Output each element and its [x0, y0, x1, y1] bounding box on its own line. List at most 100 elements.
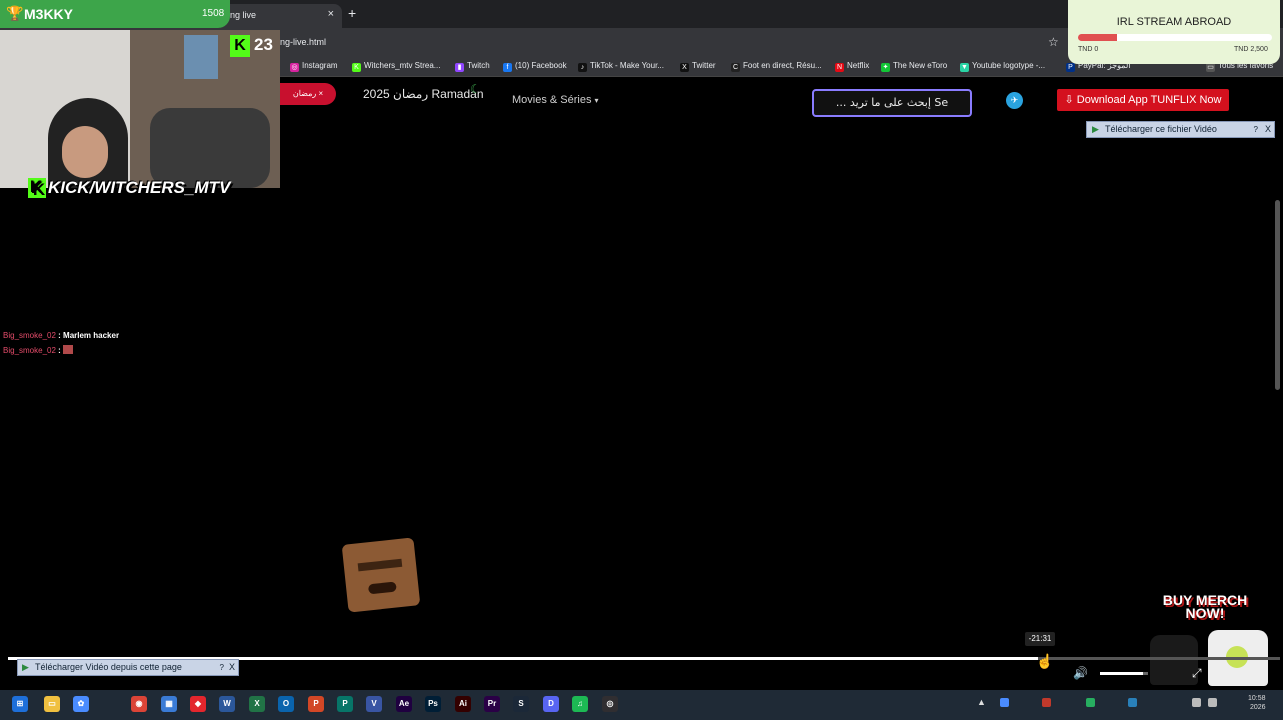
help-icon[interactable]: ?: [1254, 122, 1258, 137]
chat-message: Big_smoke_02 :: [3, 345, 74, 355]
emote-icon: [63, 345, 74, 354]
kick-logo-icon: K: [230, 35, 250, 57]
x-icon: X: [680, 63, 689, 72]
fullscreen-icon[interactable]: ⤢: [1192, 666, 1202, 681]
after-effects-icon[interactable]: Ae: [396, 696, 412, 712]
tray-icon[interactable]: [1086, 698, 1095, 707]
chevron-down-icon: ▾: [594, 96, 599, 105]
photoshop-icon[interactable]: Ps: [425, 696, 441, 712]
kick-handle-text: KICK/WITCHERS_MTV: [48, 178, 231, 197]
play-icon: ▶: [22, 662, 29, 672]
url-text[interactable]: ng-live.html: [280, 37, 326, 47]
discord-icon[interactable]: D: [543, 696, 559, 712]
ramadan-link[interactable]: 2025 رمضان Ramadan: [363, 87, 484, 101]
bookmark-x[interactable]: X Twitter: [680, 61, 716, 72]
outlook-icon[interactable]: O: [278, 696, 294, 712]
store-icon[interactable]: ▦: [161, 696, 177, 712]
bookmark-etoro[interactable]: ✦ The New eToro: [881, 61, 947, 72]
publisher-icon[interactable]: P: [337, 696, 353, 712]
webcam-face: [62, 126, 108, 178]
foot-icon: C: [731, 63, 740, 72]
bookmark-label: Foot en direct, Résu...: [743, 61, 822, 70]
streamer-count: 1508: [202, 8, 225, 19]
new-tab-button[interactable]: +: [348, 5, 356, 21]
trophy-icon: 🏆: [6, 5, 24, 21]
excel-icon[interactable]: X: [249, 696, 265, 712]
volume-slider[interactable]: [1100, 672, 1148, 675]
nav-movies-series[interactable]: Movies & Séries ▾: [512, 94, 599, 106]
anydesk-icon[interactable]: ◆: [190, 696, 206, 712]
obs-icon[interactable]: ◎: [602, 696, 618, 712]
bookmark-facebook[interactable]: f (10) Facebook: [503, 61, 567, 72]
goal-progress-fill: [1078, 34, 1117, 41]
browser-tab[interactable]: ng live ×: [220, 4, 342, 28]
streamer-name: M3KKY: [24, 6, 74, 22]
page-scrollbar[interactable]: [1275, 200, 1280, 390]
illustrator-icon[interactable]: Ai: [455, 696, 471, 712]
help-icon[interactable]: ?: [220, 660, 224, 675]
time-tooltip: -21:31: [1025, 632, 1055, 646]
bookmark-label: Instagram: [302, 61, 338, 70]
instagram-icon: ◎: [290, 63, 299, 72]
bookmark-twitch[interactable]: ▮ Twitch: [455, 61, 490, 72]
donation-goal-widget: [1068, 0, 1280, 64]
cursor-hand-icon: ☝: [1036, 653, 1054, 669]
spotify-icon[interactable]: ♫: [572, 696, 588, 712]
kick-viewers: 23: [254, 35, 273, 54]
bookmark-foot[interactable]: C Foot en direct, Résu...: [731, 61, 822, 72]
bookmark-tiktok[interactable]: ♪ TikTok - Make Your...: [578, 61, 664, 72]
steam-icon[interactable]: S: [513, 696, 529, 712]
powerpoint-icon[interactable]: P: [308, 696, 324, 712]
ramadan-pill[interactable]: رمضان ×: [280, 83, 336, 105]
webcam-jacket: [150, 108, 270, 188]
download-app-label: Download App TUNFLIX Now: [1076, 94, 1222, 106]
laughing-face-sticker: [341, 537, 421, 613]
file-explorer-icon[interactable]: ▭: [44, 696, 60, 712]
file-download-bar[interactable]: ▶ Télécharger ce fichier Vidéo ? X: [1086, 121, 1275, 138]
search-input[interactable]: ... إبحث على ما تريد Se: [812, 89, 972, 117]
telegram-icon[interactable]: ✈: [1006, 92, 1023, 109]
bookmark-instagram[interactable]: ◎ Instagram: [290, 61, 338, 72]
download-app-button[interactable]: ⇩ Download App TUNFLIX Now: [1057, 89, 1229, 111]
premiere-icon[interactable]: Pr: [484, 696, 500, 712]
vector-icon: ▼: [960, 63, 969, 72]
chat-user: Big_smoke_02: [3, 346, 56, 355]
start-icon[interactable]: ⊞: [12, 696, 28, 712]
bookmark-star-icon[interactable]: ☆: [1048, 35, 1059, 49]
tray-icon[interactable]: [1042, 698, 1051, 707]
speaker-icon[interactable]: [1208, 698, 1217, 707]
nav-movies-label: Movies & Séries: [512, 94, 592, 106]
clock-time: 10:58: [1248, 695, 1266, 702]
visio-icon[interactable]: V: [366, 696, 382, 712]
bookmark-netflix[interactable]: N Netflix: [835, 61, 869, 72]
bookmark-kick[interactable]: K Witchers_mtv Strea...: [352, 61, 440, 72]
bookmark-label: The New eToro: [893, 61, 948, 70]
tray-icon[interactable]: [1000, 698, 1009, 707]
bookmark-label: TikTok - Make Your...: [590, 61, 664, 70]
close-tab-icon[interactable]: ×: [328, 4, 334, 24]
folder-icon: ▭: [1206, 63, 1215, 72]
goal-min: TND 0: [1078, 46, 1099, 53]
network-icon[interactable]: [1192, 698, 1201, 707]
page-download-bar[interactable]: ▶ Télécharger Vidéo depuis cette page ? …: [17, 659, 239, 676]
volume-icon[interactable]: 🔊: [1073, 666, 1088, 680]
file-download-label: Télécharger ce fichier Vidéo: [1105, 124, 1217, 134]
moon-icon: ☾: [470, 82, 481, 96]
paypal-icon: P: [1066, 63, 1075, 72]
play-icon: ▶: [1092, 124, 1099, 134]
close-icon[interactable]: X: [229, 660, 235, 675]
chat-message: Big_smoke_02 : Marlem hacker: [3, 331, 120, 340]
copilot-icon[interactable]: ✿: [73, 696, 89, 712]
facebook-icon: f: [503, 63, 512, 72]
black-shirt-image: [1150, 635, 1198, 685]
chrome-icon[interactable]: ◉: [131, 696, 147, 712]
tiktok-icon: ♪: [578, 63, 587, 72]
clock[interactable]: 10:58 2026: [1248, 694, 1266, 712]
tray-expand-icon[interactable]: ▲: [977, 697, 986, 707]
bluetooth-icon[interactable]: [1128, 698, 1137, 707]
word-icon[interactable]: W: [219, 696, 235, 712]
close-icon[interactable]: X: [1265, 122, 1271, 137]
kick-handle: K KICK/WITCHERS_MTV: [28, 178, 230, 202]
bookmark-vector[interactable]: ▼ Youtube logotype -...: [960, 61, 1045, 72]
volume-fill: [1100, 672, 1144, 675]
